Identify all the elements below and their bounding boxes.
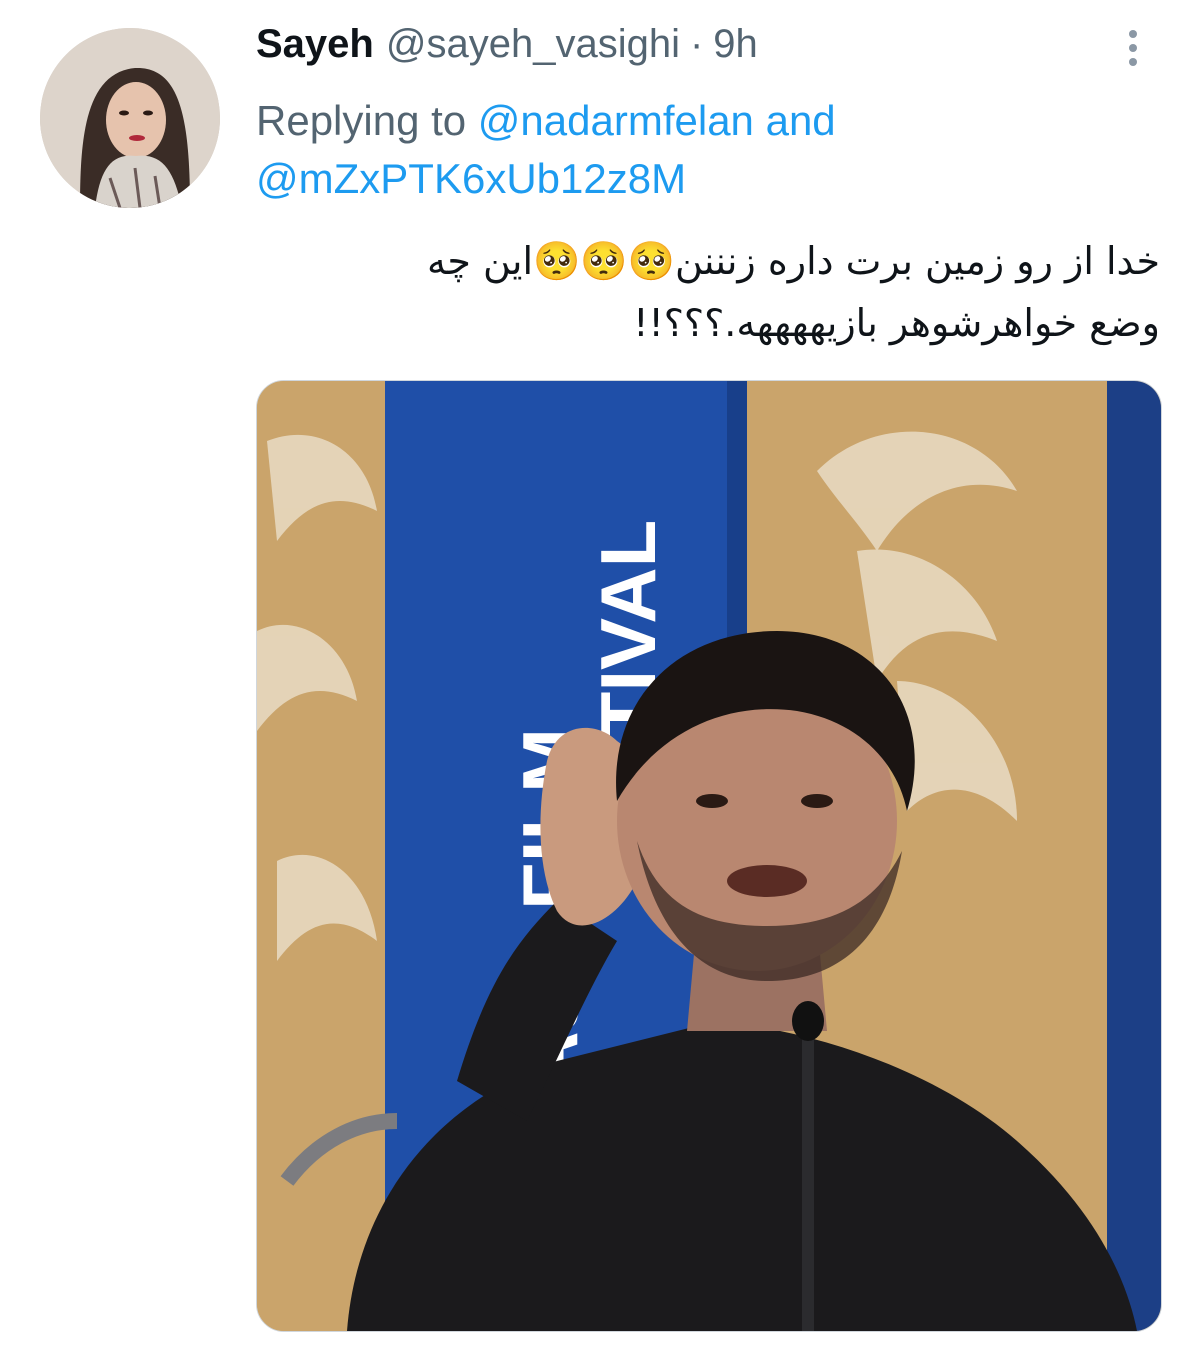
display-name[interactable]: Sayeh	[256, 22, 374, 67]
tweet-media[interactable]: 40 FAJR FILM FESTIVAL	[256, 380, 1162, 1332]
mention-link[interactable]: @nadarmfelan	[478, 97, 754, 144]
replying-conjunction: and	[765, 97, 836, 144]
tweet-text-line: خدا از رو زمین برت داره زنننن🥺🥺🥺این چه	[427, 239, 1160, 283]
tweet[interactable]: Sayeh @sayeh_vasighi · 9h Replying to @n…	[0, 0, 1200, 1352]
tweet-text-line: وضع خواهرشوهر بازیههههه.؟؟؟!!	[633, 301, 1160, 345]
tweet-header: Sayeh @sayeh_vasighi · 9h	[256, 22, 758, 78]
more-options-icon[interactable]	[1118, 26, 1148, 70]
more-dot	[1129, 58, 1137, 66]
media-photo: 40 FAJR FILM FESTIVAL	[257, 381, 1161, 1331]
avatar-image	[40, 28, 220, 208]
more-dot	[1129, 44, 1137, 52]
replying-to: Replying to @nadarmfelan and @mZxPTK6xUb…	[256, 92, 1116, 208]
separator-dot: ·	[689, 22, 704, 66]
handle[interactable]: @sayeh_vasighi	[386, 22, 680, 67]
mention-link[interactable]: @mZxPTK6xUb12z8M	[256, 155, 686, 202]
timestamp[interactable]: 9h	[713, 22, 758, 67]
replying-label: Replying to	[256, 97, 467, 144]
tweet-text: خدا از رو زمین برت داره زنننن🥺🥺🥺این چه و…	[280, 230, 1160, 354]
more-dot	[1129, 30, 1137, 38]
avatar[interactable]	[40, 28, 220, 208]
